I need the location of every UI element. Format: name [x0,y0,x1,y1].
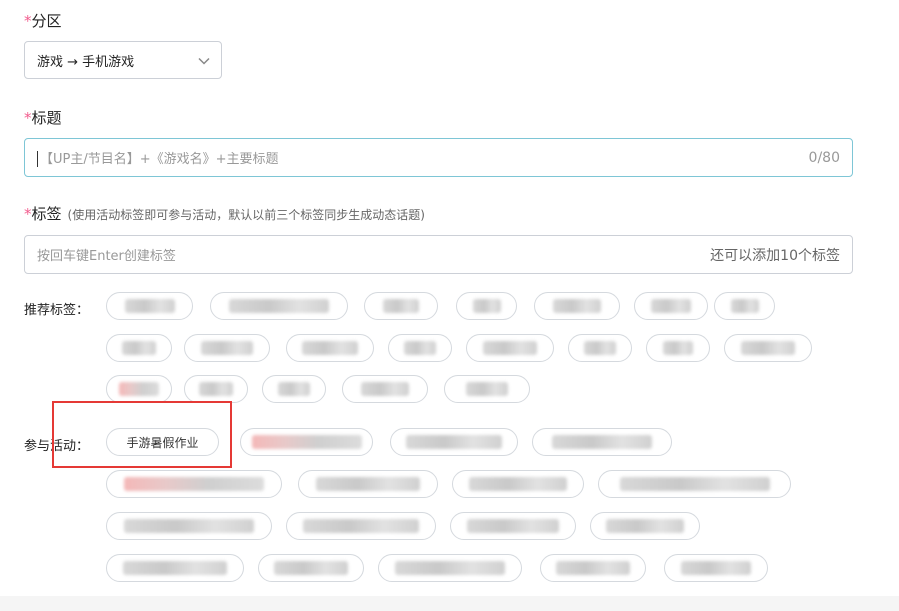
recommended-tag-chip[interactable] [568,334,632,362]
activity-chip[interactable] [540,554,646,582]
activity-chip[interactable] [298,470,438,498]
recommended-tag-chip[interactable] [466,334,554,362]
recommended-tag-chip[interactable] [184,375,248,403]
partition-select[interactable]: 游戏 → 手机游戏 [24,41,222,79]
activity-chip[interactable] [240,428,373,456]
recommended-tag-chip[interactable] [106,292,193,320]
title-char-counter: 0/80 [808,149,840,166]
title-input[interactable]: 【UP主/节目名】+《游戏名》+主要标题 0/80 [24,138,853,177]
required-mark: * [24,12,32,30]
tags-remaining: 还可以添加10个标签 [710,247,840,264]
required-mark: * [24,205,32,223]
recommended-tag-chip[interactable] [286,334,374,362]
required-mark: * [24,109,32,127]
recommended-tags-label: 推荐标签： [24,303,90,318]
upload-form: *分区 游戏 → 手机游戏 *标题 【UP主/节目名】+《游戏名》+主要标题 0… [0,0,899,611]
tags-label: *标签 (使用活动标签即可参与活动，默认以前三个标签同步生成动态话题) [24,205,425,223]
chevron-down-icon [198,57,210,65]
title-placeholder: 【UP主/节目名】+《游戏名》+主要标题 [37,148,279,168]
activity-chip[interactable] [664,554,768,582]
title-label: *标题 [24,109,62,127]
activity-chip[interactable] [258,554,364,582]
recommended-tag-chip[interactable] [364,292,438,320]
activity-chip[interactable] [106,512,272,540]
recommended-tag-chip[interactable] [184,334,270,362]
footer-bar [0,596,899,611]
activity-chip[interactable] [532,428,672,456]
recommended-tag-chip[interactable] [646,334,710,362]
activity-chip[interactable] [390,428,518,456]
recommended-tag-chip[interactable] [714,292,775,320]
recommended-tag-chip[interactable] [262,375,326,403]
activity-chip[interactable] [106,554,244,582]
highlight-annotation-box [52,401,232,468]
activity-chip[interactable] [452,470,584,498]
recommended-tag-chip[interactable] [456,292,517,320]
activity-chip[interactable] [106,470,282,498]
recommended-tag-chip[interactable] [534,292,620,320]
partition-label: *分区 [24,12,62,30]
recommended-tag-chip[interactable] [106,375,172,403]
text-caret [37,151,38,168]
recommended-tag-chip[interactable] [634,292,708,320]
recommended-tag-chip[interactable] [444,375,530,403]
recommended-tag-chip[interactable] [724,334,812,362]
activity-chip[interactable] [378,554,522,582]
activity-chip[interactable] [598,470,791,498]
tags-hint: (使用活动标签即可参与活动，默认以前三个标签同步生成动态话题) [67,208,425,222]
tags-input[interactable]: 按回车键Enter创建标签 还可以添加10个标签 [24,235,853,274]
recommended-tag-chip[interactable] [388,334,452,362]
partition-selected-value: 游戏 → 手机游戏 [37,54,135,70]
tags-placeholder: 按回车键Enter创建标签 [37,249,176,264]
activity-chip[interactable] [590,512,700,540]
activity-chip[interactable] [286,512,436,540]
recommended-tag-chip[interactable] [342,375,428,403]
recommended-tag-chip[interactable] [210,292,348,320]
recommended-tag-chip[interactable] [106,334,172,362]
activity-chip[interactable] [450,512,576,540]
